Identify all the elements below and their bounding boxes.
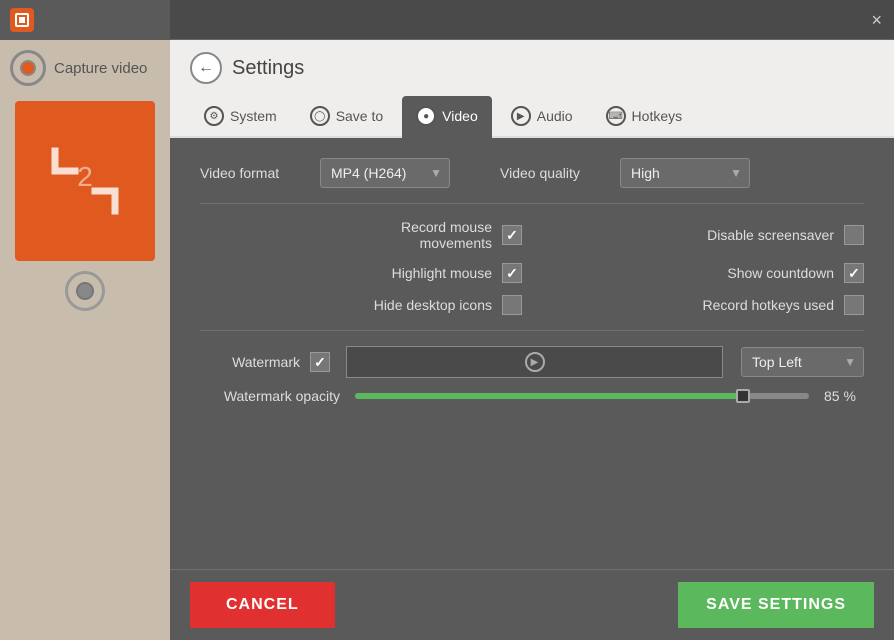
divider-1 xyxy=(200,203,864,204)
record-mouse-row: Record mousemovements xyxy=(200,219,522,251)
tab-hotkeys[interactable]: ⌨ Hotkeys xyxy=(592,96,697,138)
tab-video[interactable]: ● Video xyxy=(402,96,492,138)
saveto-tab-icon: ◯ xyxy=(310,106,330,126)
hotkeys-tab-label: Hotkeys xyxy=(632,108,683,124)
video-tab-label: Video xyxy=(442,108,478,124)
watermark-play-icon: ▶ xyxy=(525,352,545,372)
record-btn-sidebar xyxy=(65,271,105,311)
save-settings-button[interactable]: SAVE SETTINGS xyxy=(678,582,874,628)
record-inner-bg xyxy=(20,60,36,76)
cancel-button[interactable]: CANCEL xyxy=(190,582,335,628)
back-button[interactable]: ← xyxy=(190,52,222,84)
watermark-label: Watermark xyxy=(200,354,300,370)
record-inner-sidebar xyxy=(76,282,94,300)
quality-select-wrapper: High Medium Low ▼ xyxy=(620,158,750,188)
record-hotkeys-checkbox[interactable] xyxy=(844,295,864,315)
record-hotkeys-label: Record hotkeys used xyxy=(702,297,834,313)
tab-saveto[interactable]: ◯ Save to xyxy=(296,96,397,138)
disable-screensaver-row: Disable screensaver xyxy=(542,219,864,251)
format-quality-row: Video format MP4 (H264) AVI MOV WMV ▼ Vi… xyxy=(200,158,864,188)
system-tab-label: System xyxy=(230,108,277,124)
hide-icons-row: Hide desktop icons xyxy=(200,295,522,315)
format-select-wrapper: MP4 (H264) AVI MOV WMV ▼ xyxy=(320,158,450,188)
opacity-slider-fill xyxy=(355,393,741,399)
watermark-row: Watermark ▶ Top Left Top Right Bottom Le… xyxy=(200,346,864,378)
options-grid: Record mousemovements Disable screensave… xyxy=(200,219,864,315)
show-countdown-checkbox[interactable] xyxy=(844,263,864,283)
opacity-slider-thumb[interactable] xyxy=(736,389,750,403)
audio-tab-icon: ▶ xyxy=(511,106,531,126)
settings-header: ← Settings xyxy=(170,40,894,96)
bg-sidebar: Capture video 2 xyxy=(0,40,170,640)
opacity-row: Watermark opacity 85 % xyxy=(200,386,864,406)
svg-text:2: 2 xyxy=(77,161,93,192)
capture-label: Capture video xyxy=(54,60,147,77)
record-button-bg xyxy=(10,50,46,86)
system-tab-icon: ⚙ xyxy=(204,106,224,126)
record-hotkeys-row: Record hotkeys used xyxy=(542,295,864,315)
watermark-position-select[interactable]: Top Left Top Right Bottom Left Bottom Ri… xyxy=(741,347,864,377)
dialog-footer: CANCEL SAVE SETTINGS xyxy=(170,569,894,640)
record-mouse-label: Record mousemovements xyxy=(401,219,492,251)
format-select[interactable]: MP4 (H264) AVI MOV WMV xyxy=(320,158,450,188)
tab-system[interactable]: ⚙ System xyxy=(190,96,291,138)
opacity-slider-container xyxy=(355,386,809,406)
disable-screensaver-checkbox[interactable] xyxy=(844,225,864,245)
disable-screensaver-label: Disable screensaver xyxy=(707,227,834,243)
settings-title: Settings xyxy=(232,57,304,80)
hide-icons-label: Hide desktop icons xyxy=(374,297,492,313)
watermark-pos-wrapper: Top Left Top Right Bottom Left Bottom Ri… xyxy=(741,347,864,377)
highlight-mouse-row: Highlight mouse xyxy=(200,263,522,283)
app-icon xyxy=(10,8,34,32)
opacity-value: 85 % xyxy=(824,388,864,404)
highlight-mouse-checkbox[interactable] xyxy=(502,263,522,283)
tabs-bar: ⚙ System ◯ Save to ● Video ▶ Audio ⌨ Hot… xyxy=(170,96,894,138)
divider-2 xyxy=(200,330,864,331)
close-button[interactable]: × xyxy=(871,11,882,29)
watermark-preview[interactable]: ▶ xyxy=(346,346,723,378)
opacity-slider-track xyxy=(355,393,809,399)
show-countdown-row: Show countdown xyxy=(542,263,864,283)
show-countdown-label: Show countdown xyxy=(727,265,834,281)
highlight-mouse-label: Highlight mouse xyxy=(392,265,492,281)
opacity-label: Watermark opacity xyxy=(200,388,340,404)
watermark-checkbox[interactable] xyxy=(310,352,330,372)
thumbnail-item: 2 xyxy=(15,101,155,261)
format-label: Video format xyxy=(200,165,300,181)
record-mouse-checkbox[interactable] xyxy=(502,225,522,245)
dialog-titlebar: × xyxy=(170,0,894,40)
tab-audio[interactable]: ▶ Audio xyxy=(497,96,587,138)
back-arrow-icon: ← xyxy=(198,59,214,77)
dialog-content: Video format MP4 (H264) AVI MOV WMV ▼ Vi… xyxy=(170,138,894,569)
saveto-tab-label: Save to xyxy=(336,108,383,124)
video-tab-icon: ● xyxy=(416,106,436,126)
quality-label: Video quality xyxy=(500,165,600,181)
audio-tab-label: Audio xyxy=(537,108,573,124)
settings-dialog: × ← Settings ⚙ System ◯ Save to ● Video … xyxy=(170,0,894,640)
quality-select[interactable]: High Medium Low xyxy=(620,158,750,188)
hotkeys-tab-icon: ⌨ xyxy=(606,106,626,126)
hide-icons-checkbox[interactable] xyxy=(502,295,522,315)
